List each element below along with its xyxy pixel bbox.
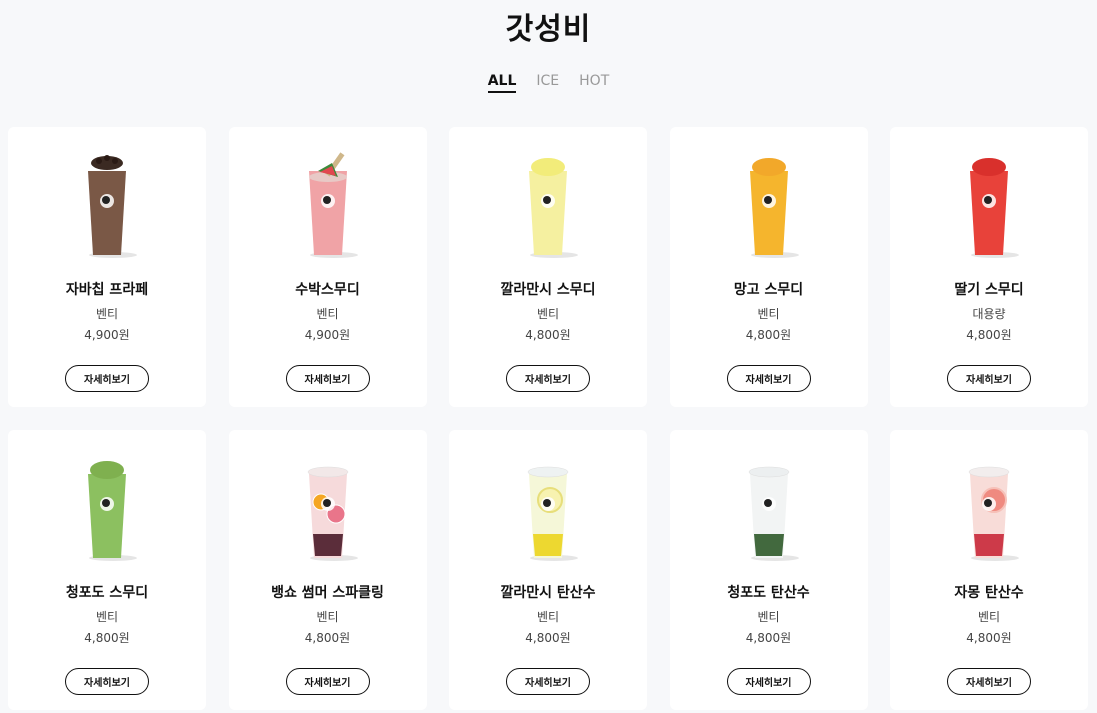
product-name: 청포도 스무디 xyxy=(65,585,149,601)
product-name: 깔라만시 탄산수 xyxy=(500,585,596,601)
product-grid: 자바칩 프라페 벤티 4,900원 자세히보기 수박스무디 벤티 4,900원 자세히보기 깔라… xyxy=(8,127,1088,710)
detail-button[interactable]: 자세히보기 xyxy=(726,668,811,695)
product-card[interactable]: 망고 스무디벤티 4,800원자세히보기 xyxy=(669,127,868,407)
category-tabs: ALL ICE HOT xyxy=(0,73,1097,93)
product-price: 4,800원 xyxy=(525,328,571,342)
mango-smoothie-cup-icon xyxy=(670,149,868,259)
detail-button[interactable]: 자세히보기 xyxy=(506,365,590,392)
product-size: 벤티 xyxy=(95,307,119,321)
watermelon-smoothie-cup-icon xyxy=(229,149,427,259)
product-name: 수박스무디 xyxy=(295,282,360,298)
green-grape-soda-cup-icon xyxy=(670,452,868,562)
product-size: 벤티 xyxy=(757,307,780,321)
calamansi-soda-cup-icon xyxy=(449,452,647,562)
product-size: 벤티 xyxy=(757,610,780,624)
product-name: 뱅쇼 썸머 스파클링 xyxy=(271,585,384,601)
product-card[interactable]: 수박스무디벤티 4,900원자세히보기 xyxy=(228,127,427,407)
product-size: 대용량 xyxy=(972,307,1006,321)
product-card[interactable]: 깔라만시 탄산수벤티 4,800원자세히보기 xyxy=(449,430,647,710)
product-size: 벤티 xyxy=(536,610,560,624)
detail-button[interactable]: 자세히보기 xyxy=(947,668,1031,695)
detail-button[interactable]: 자세히보기 xyxy=(285,365,370,392)
strawberry-smoothie-cup-icon xyxy=(890,149,1088,259)
product-name: 자몽 탄산수 xyxy=(954,585,1024,601)
grapefruit-soda-cup-icon xyxy=(890,452,1088,562)
product-card[interactable]: 뱅쇼 썸머 스파클링벤티 4,800원자세히보기 xyxy=(228,430,427,710)
tab-ice[interactable]: ICE xyxy=(536,73,559,93)
page-title: 갓성비 xyxy=(505,12,592,47)
detail-button[interactable]: 자세히보기 xyxy=(65,365,149,392)
product-price: 4,800원 xyxy=(745,631,792,645)
frappe-cup-icon xyxy=(8,149,206,259)
detail-button[interactable]: 자세히보기 xyxy=(947,365,1031,392)
detail-button[interactable]: 자세히보기 xyxy=(285,668,370,695)
product-card[interactable]: 깔라만시 스무디벤티 4,800원자세히보기 xyxy=(449,127,647,407)
product-price: 4,800원 xyxy=(525,631,571,645)
product-price: 4,900원 xyxy=(304,328,351,342)
product-price: 4,800원 xyxy=(966,631,1012,645)
product-size: 벤티 xyxy=(95,610,119,624)
product-name: 딸기 스무디 xyxy=(954,282,1024,298)
product-card[interactable]: 딸기 스무디대용량 4,800원자세히보기 xyxy=(890,127,1088,407)
product-name: 깔라만시 스무디 xyxy=(500,282,596,298)
product-price: 4,800원 xyxy=(966,328,1012,342)
product-card[interactable]: 청포도 탄산수벤티 4,800원자세히보기 xyxy=(669,430,868,710)
product-size: 벤티 xyxy=(316,610,339,624)
product-card[interactable]: 청포도 스무디벤티 4,800원자세히보기 xyxy=(8,430,206,710)
product-name: 청포도 탄산수 xyxy=(727,585,810,601)
detail-button[interactable]: 자세히보기 xyxy=(506,668,590,695)
product-price: 4,900원 xyxy=(84,328,130,342)
menu-page: 갓성비 ALL ICE HOT 자바칩 프라페 벤티 4,900원 자세히보기 수박스무… xyxy=(0,0,1097,713)
product-name: 망고 스무디 xyxy=(733,282,804,298)
product-name: 자바칩 프라페 xyxy=(65,282,149,298)
detail-button[interactable]: 자세히보기 xyxy=(65,668,149,695)
tab-all[interactable]: ALL xyxy=(487,73,517,93)
detail-button[interactable]: 자세히보기 xyxy=(726,365,811,392)
vin-chaud-sparkling-cup-icon xyxy=(229,452,427,562)
product-price: 4,800원 xyxy=(745,328,792,342)
product-price: 4,800원 xyxy=(304,631,351,645)
product-size: 벤티 xyxy=(536,307,560,321)
product-price: 4,800원 xyxy=(84,631,130,645)
calamansi-smoothie-cup-icon xyxy=(449,149,647,259)
product-card[interactable]: 자몽 탄산수벤티 4,800원자세히보기 xyxy=(890,430,1088,710)
product-size: 벤티 xyxy=(977,610,1001,624)
tab-hot[interactable]: HOT xyxy=(579,73,609,93)
product-size: 벤티 xyxy=(316,307,339,321)
green-grape-smoothie-cup-icon xyxy=(8,452,206,562)
product-card[interactable]: 자바칩 프라페벤티 4,900원자세히보기 xyxy=(8,127,206,407)
